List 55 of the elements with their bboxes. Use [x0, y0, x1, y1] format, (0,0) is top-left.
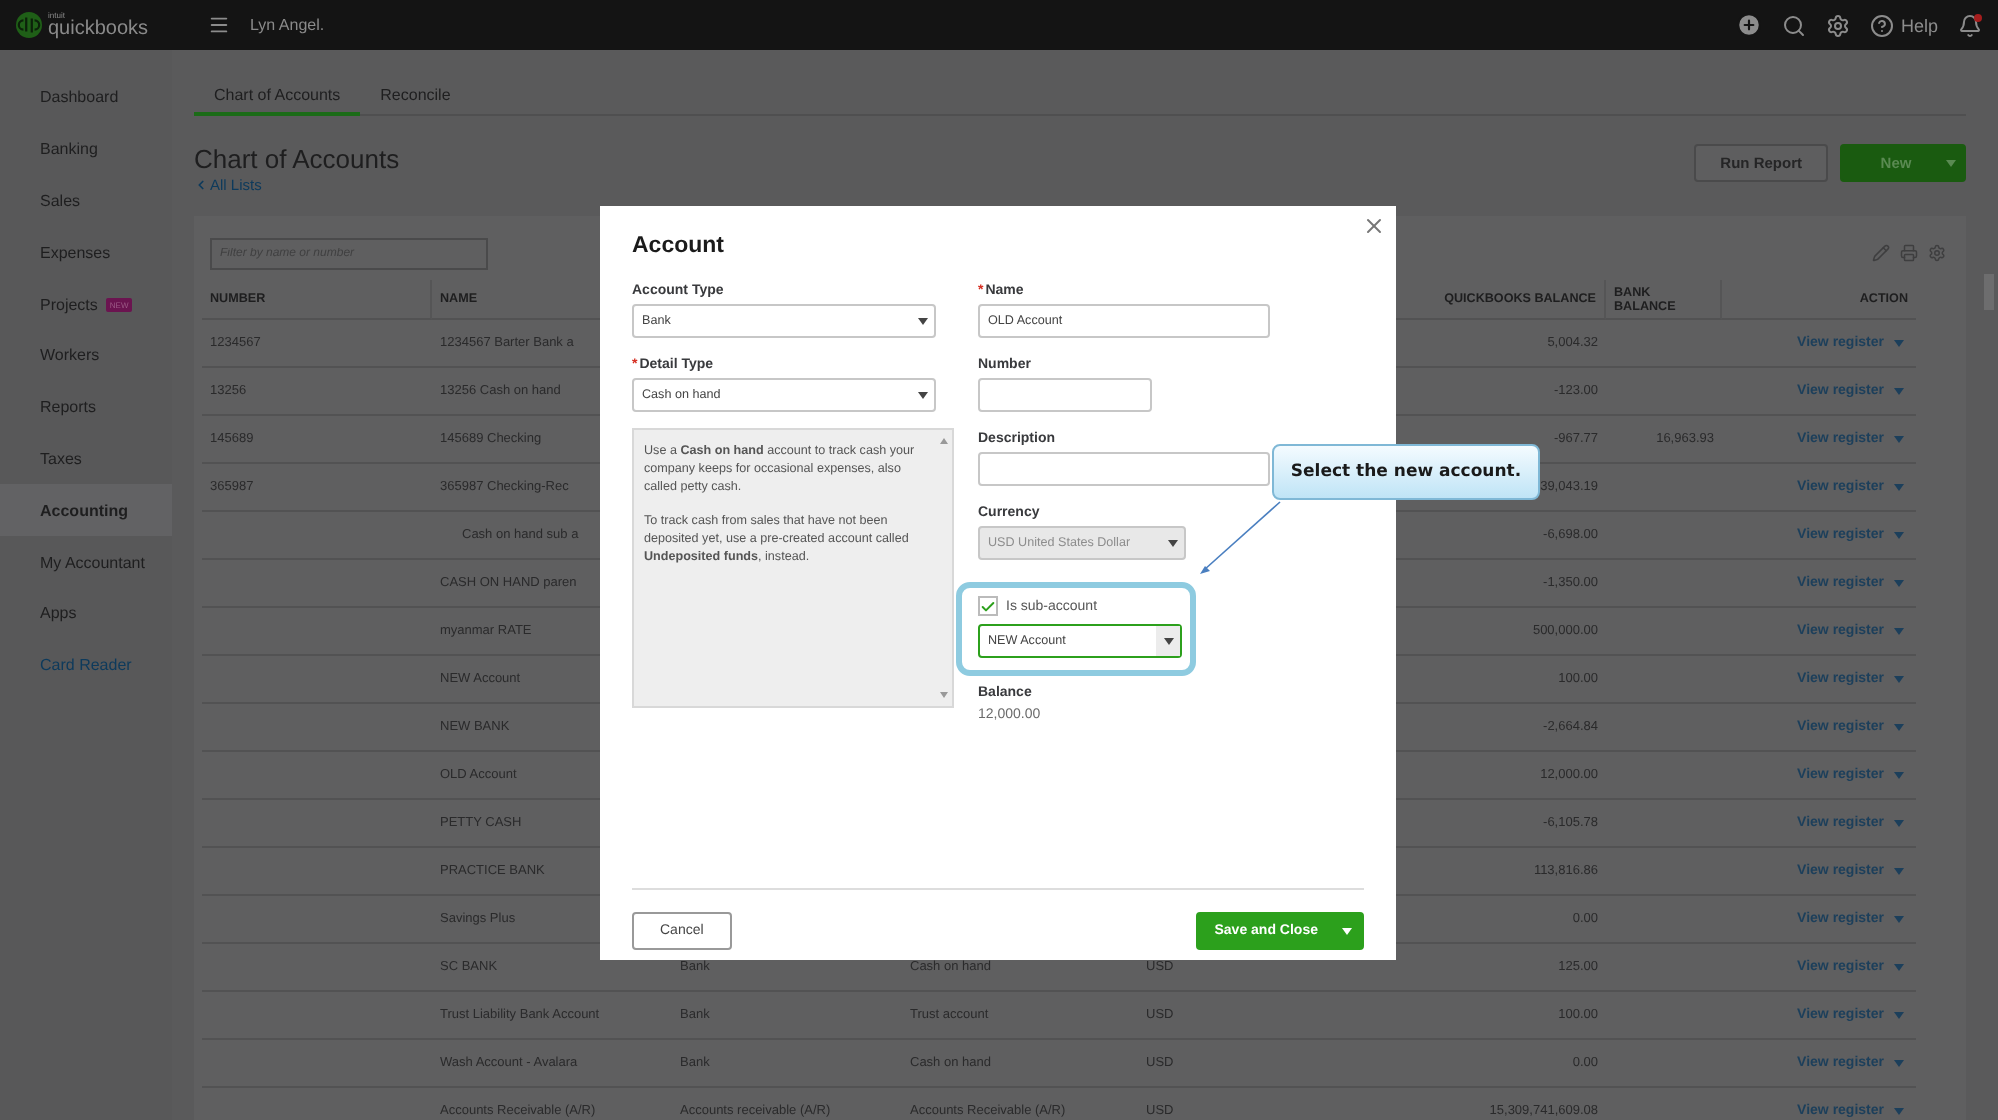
printer-icon[interactable]	[1900, 244, 1918, 262]
sidebar-item[interactable]: Banking	[0, 123, 172, 176]
checkbox[interactable]	[978, 596, 998, 616]
help-button[interactable]: Help	[1870, 13, 1938, 37]
caret-icon	[1342, 927, 1352, 935]
caret-icon[interactable]	[1894, 1011, 1904, 1019]
caret-icon[interactable]	[1894, 963, 1904, 971]
caret-icon	[1946, 159, 1956, 167]
caret-icon[interactable]	[1894, 339, 1904, 347]
menu-icon[interactable]	[208, 14, 231, 36]
sidebar-item[interactable]: Taxes	[0, 433, 172, 485]
dialog-title: Account	[632, 234, 726, 258]
caret-icon[interactable]	[1894, 819, 1904, 827]
page-title: Chart of Accounts	[194, 144, 400, 174]
pencil-icon[interactable]	[1872, 244, 1890, 262]
caret-icon[interactable]	[1894, 531, 1904, 539]
caret-icon[interactable]	[1894, 1059, 1904, 1067]
add-icon[interactable]	[1736, 12, 1763, 38]
sidebar-item[interactable]: Reports	[0, 381, 172, 434]
pointer-arrow	[1200, 501, 1281, 574]
sidebar-item[interactable]: Accounting	[0, 484, 172, 537]
description-input[interactable]	[978, 452, 1270, 486]
caret-icon[interactable]	[1894, 675, 1904, 683]
sidebar-item[interactable]: My Accountant	[0, 536, 172, 588]
chevron-left-icon	[194, 178, 208, 192]
settings-icon[interactable]	[1826, 13, 1851, 37]
caret-icon[interactable]	[1894, 483, 1904, 491]
search-icon[interactable]	[1782, 13, 1807, 37]
caret-icon[interactable]	[1894, 627, 1904, 635]
sidebar-link[interactable]: Card Reader	[0, 639, 172, 692]
tab[interactable]: Reconcile	[360, 76, 471, 116]
sidebar-item[interactable]: Dashboard	[0, 72, 172, 124]
number-input[interactable]	[978, 378, 1152, 412]
caret-icon[interactable]	[1894, 915, 1904, 923]
caret-icon[interactable]	[1894, 723, 1904, 731]
caret-icon[interactable]	[1894, 579, 1904, 587]
caret-icon	[917, 391, 927, 399]
sidebar-item[interactable]: Expenses	[0, 226, 172, 279]
close-icon[interactable]	[1362, 214, 1386, 238]
caret-icon	[1167, 539, 1177, 547]
company-name: Lyn Angel.	[250, 16, 325, 34]
caret-icon	[917, 317, 927, 325]
tab[interactable]: Chart of Accounts	[194, 76, 361, 116]
bell-icon[interactable]	[1958, 13, 1982, 37]
sidebar-item[interactable]: Apps	[0, 587, 172, 640]
caret-icon[interactable]	[1894, 435, 1904, 443]
sidebar-item[interactable]: Sales	[0, 175, 172, 227]
caret-icon[interactable]	[1894, 1107, 1904, 1115]
help-icon	[1870, 13, 1895, 37]
caret-icon[interactable]	[1894, 771, 1904, 779]
caret-icon[interactable]	[1894, 387, 1904, 395]
caret-icon	[1163, 637, 1173, 645]
caret-icon[interactable]	[1894, 867, 1904, 875]
callout-tip: Select the new account.	[1272, 444, 1540, 500]
sidebar-item[interactable]: Workers	[0, 329, 172, 382]
